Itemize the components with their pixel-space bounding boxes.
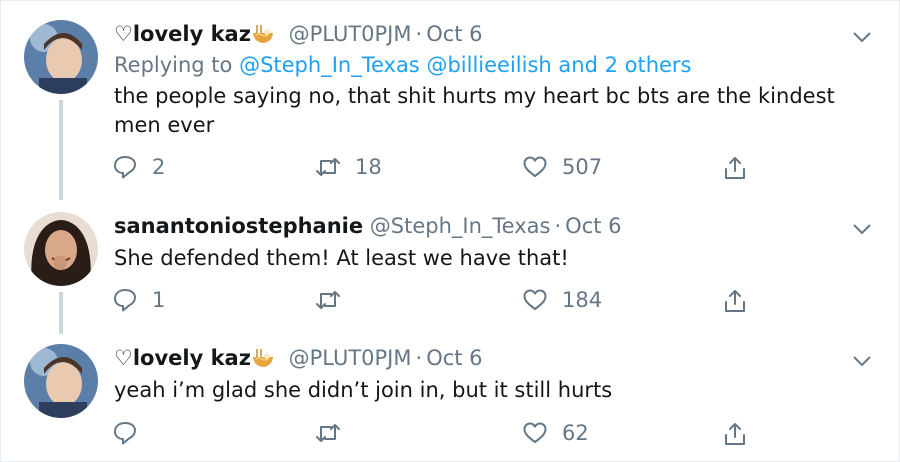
heart-icon: [523, 289, 547, 310]
display-name[interactable]: ♡lovely kaz: [114, 22, 251, 46]
like-count: 184: [562, 288, 603, 312]
tweet-header: sanantoniostephanie @Steph_In_Texas · Oct …: [114, 213, 622, 239]
heart-icon: [523, 156, 547, 177]
tweet-3[interactable]: ♡lovely kaz @PLUT0PJM · Oct 6 yeah i’m gla…: [0, 334, 900, 462]
heart-icon: [523, 422, 547, 443]
share-icon: [725, 290, 745, 312]
tweet-header: ♡lovely kaz @PLUT0PJM · Oct 6: [114, 345, 483, 374]
chevron-down-icon[interactable]: [852, 354, 872, 368]
share-button[interactable]: [722, 419, 748, 449]
like-button[interactable]: 62: [522, 418, 589, 448]
reply-count: 1: [152, 288, 166, 312]
display-name[interactable]: sanantoniostephanie: [114, 214, 363, 238]
share-icon: [725, 423, 745, 445]
separator-dot: ·: [554, 214, 562, 238]
retweet-icon: [316, 291, 340, 309]
like-button[interactable]: 507: [522, 152, 602, 182]
username[interactable]: @PLUT0PJM: [289, 22, 412, 46]
avatar[interactable]: [24, 20, 98, 94]
reply-icon: [114, 422, 136, 445]
tweet-text: yeah i’m glad she didn’t join in, but it…: [114, 378, 613, 402]
share-button[interactable]: [722, 153, 748, 183]
replying-to: Replying to @Steph_In_Texas @billieeilis…: [114, 52, 692, 78]
others-link[interactable]: 2 others: [605, 53, 692, 77]
ramen-emoji-icon: [252, 24, 274, 50]
share-icon: [725, 157, 745, 179]
username[interactable]: @PLUT0PJM: [289, 346, 412, 370]
chevron-down-icon[interactable]: [852, 222, 872, 236]
avatar[interactable]: [24, 344, 98, 418]
mention-link[interactable]: @billieeilish: [426, 53, 551, 77]
retweet-button[interactable]: 18: [315, 152, 382, 182]
reply-icon: [114, 156, 136, 179]
ramen-emoji-icon: [252, 348, 274, 374]
tweet-header: ♡lovely kaz @PLUT0PJM · Oct 6: [114, 21, 483, 50]
like-count: 62: [562, 421, 589, 445]
reply-button[interactable]: 2: [112, 152, 165, 182]
replying-and: and: [551, 53, 605, 77]
tweet-text: She defended them! At least we have that…: [114, 246, 569, 270]
retweet-button[interactable]: [315, 285, 355, 315]
reply-button[interactable]: [112, 418, 152, 448]
timestamp[interactable]: Oct 6: [565, 214, 621, 238]
retweet-icon: [316, 424, 340, 442]
reply-count: 2: [152, 155, 166, 179]
like-count: 507: [562, 155, 603, 179]
retweet-button[interactable]: [315, 418, 355, 448]
separator-dot: ·: [415, 22, 423, 46]
reply-icon: [114, 289, 136, 312]
chevron-down-icon[interactable]: [852, 30, 872, 44]
timestamp[interactable]: Oct 6: [426, 346, 482, 370]
timestamp[interactable]: Oct 6: [426, 22, 482, 46]
retweet-icon: [316, 158, 340, 176]
retweet-count: 18: [355, 155, 382, 179]
replying-prefix: Replying to: [114, 53, 240, 77]
separator-dot: ·: [415, 346, 423, 370]
tweet-2[interactable]: sanantoniostephanie @Steph_In_Texas · Oct …: [0, 200, 900, 334]
display-name[interactable]: ♡lovely kaz: [114, 346, 251, 370]
username[interactable]: @Steph_In_Texas: [370, 214, 551, 238]
avatar[interactable]: [24, 212, 98, 286]
tweet-1[interactable]: ♡lovely kaz @PLUT0PJM · Oct 6 Replying to …: [0, 0, 900, 200]
reply-button[interactable]: 1: [112, 285, 165, 315]
like-button[interactable]: 184: [522, 285, 602, 315]
share-button[interactable]: [722, 286, 748, 316]
thread-line: [59, 100, 63, 200]
tweet-text: the people saying no, that shit hurts my…: [114, 84, 835, 137]
thread-line: [59, 292, 63, 334]
mention-link[interactable]: @Steph_In_Texas: [239, 53, 420, 77]
